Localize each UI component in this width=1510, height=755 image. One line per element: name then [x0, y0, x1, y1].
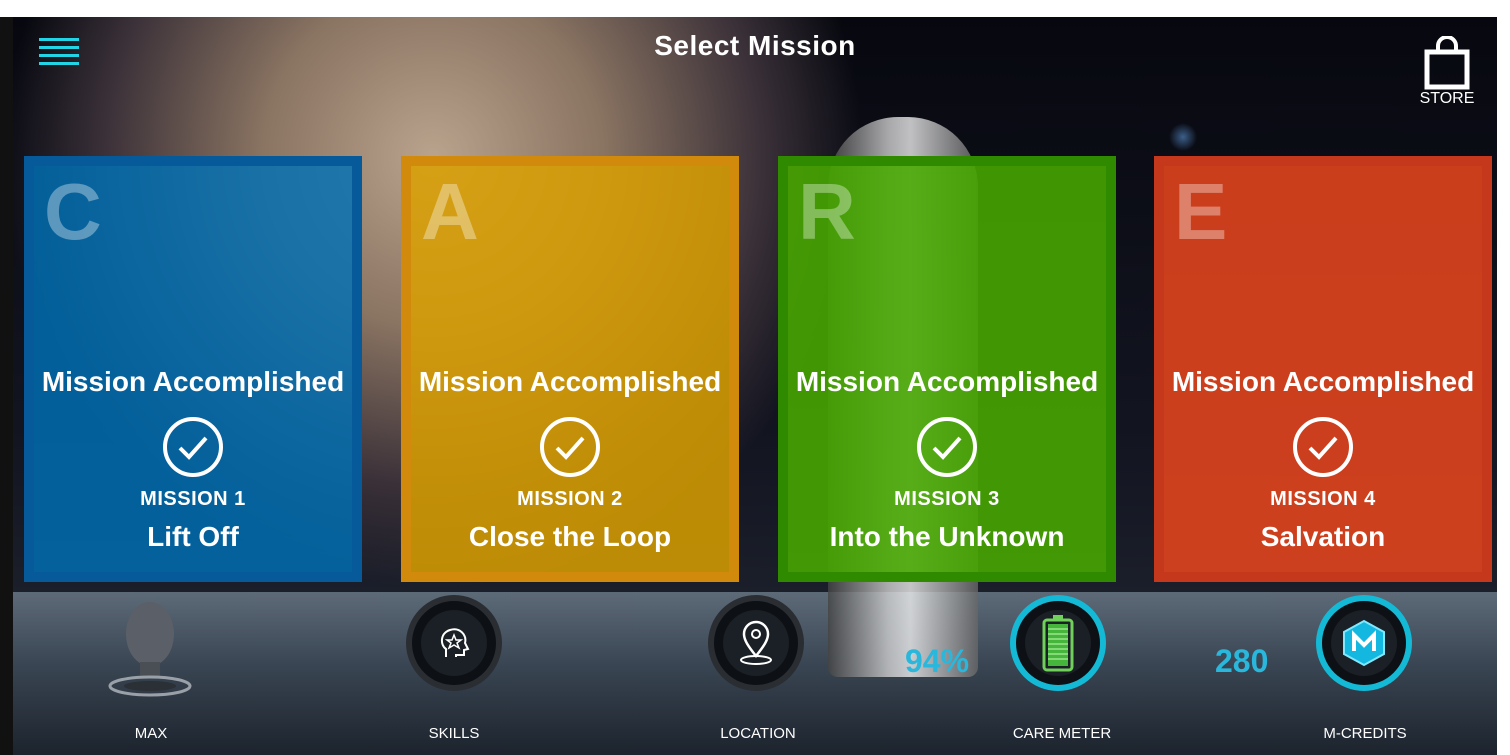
mission-letter: E: [1174, 167, 1228, 256]
mission-status: Mission Accomplished: [418, 366, 722, 397]
mission-status: Mission Accomplished: [41, 366, 345, 397]
care-meter-value: 94%: [905, 643, 970, 679]
window-left-edge: [0, 17, 13, 755]
mission-number: MISSION 3: [894, 488, 1000, 510]
mission-name: Into the Unknown: [829, 521, 1065, 552]
location-pin-icon: [740, 620, 772, 665]
nav-care-meter-label: CARE METER: [1012, 725, 1112, 742]
mission-letter: A: [421, 167, 479, 256]
store-label: STORE: [1419, 90, 1475, 107]
mission-number: MISSION 2: [517, 488, 623, 510]
m-credits-ring: [1316, 595, 1412, 691]
mission-card-2[interactable]: A Mission Accomplished MISSION 2 Close t…: [401, 156, 739, 582]
battery-icon: [1042, 615, 1074, 672]
page-title: Select Mission: [654, 30, 856, 61]
head-icon: [108, 602, 192, 697]
mission-card-1[interactable]: C Mission Accomplished MISSION 1 Lift Of…: [24, 156, 362, 582]
shopping-bag-icon: [1424, 36, 1470, 90]
nav-m-credits-label: M-CREDITS: [1323, 725, 1407, 742]
nav-skills-label: SKILLS: [428, 725, 480, 742]
checkmark-icon: [1293, 417, 1353, 477]
checkmark-icon: [540, 417, 600, 477]
checkmark-icon: [163, 417, 223, 477]
store-button[interactable]: STORE: [1412, 36, 1482, 108]
care-meter-ring: [1010, 595, 1106, 691]
window-right-edge: [1497, 17, 1510, 755]
mission-number: MISSION 4: [1270, 488, 1376, 510]
skills-icon: [440, 628, 470, 657]
nav-m-credits[interactable]: [1316, 595, 1412, 691]
mission-name: Close the Loop: [468, 521, 672, 552]
nav-max-label: MAX: [134, 725, 168, 742]
mission-letter: C: [44, 167, 102, 256]
location-button-ring: [708, 595, 804, 691]
m-credits-icon: [1343, 619, 1385, 667]
mission-name: Salvation: [1260, 521, 1386, 552]
checkmark-icon: [917, 417, 977, 477]
mission-card-3[interactable]: R Mission Accomplished MISSION 3 Into th…: [778, 156, 1116, 582]
mission-status: Mission Accomplished: [1171, 366, 1475, 397]
nav-max[interactable]: [100, 592, 200, 706]
nav-skills[interactable]: [406, 595, 502, 691]
skills-button-ring: [406, 595, 502, 691]
nav-location[interactable]: [708, 595, 804, 691]
nav-location-label: LOCATION: [720, 725, 796, 742]
mission-card-4[interactable]: E Mission Accomplished MISSION 4 Salvati…: [1154, 156, 1492, 582]
mission-number: MISSION 1: [140, 488, 246, 510]
nav-care-meter[interactable]: [1010, 595, 1106, 691]
window-top-bar: [0, 0, 1510, 17]
mission-name: Lift Off: [147, 521, 239, 552]
m-credits-value: 280: [1215, 643, 1269, 679]
mission-letter: R: [798, 167, 856, 256]
mission-status: Mission Accomplished: [795, 366, 1099, 397]
